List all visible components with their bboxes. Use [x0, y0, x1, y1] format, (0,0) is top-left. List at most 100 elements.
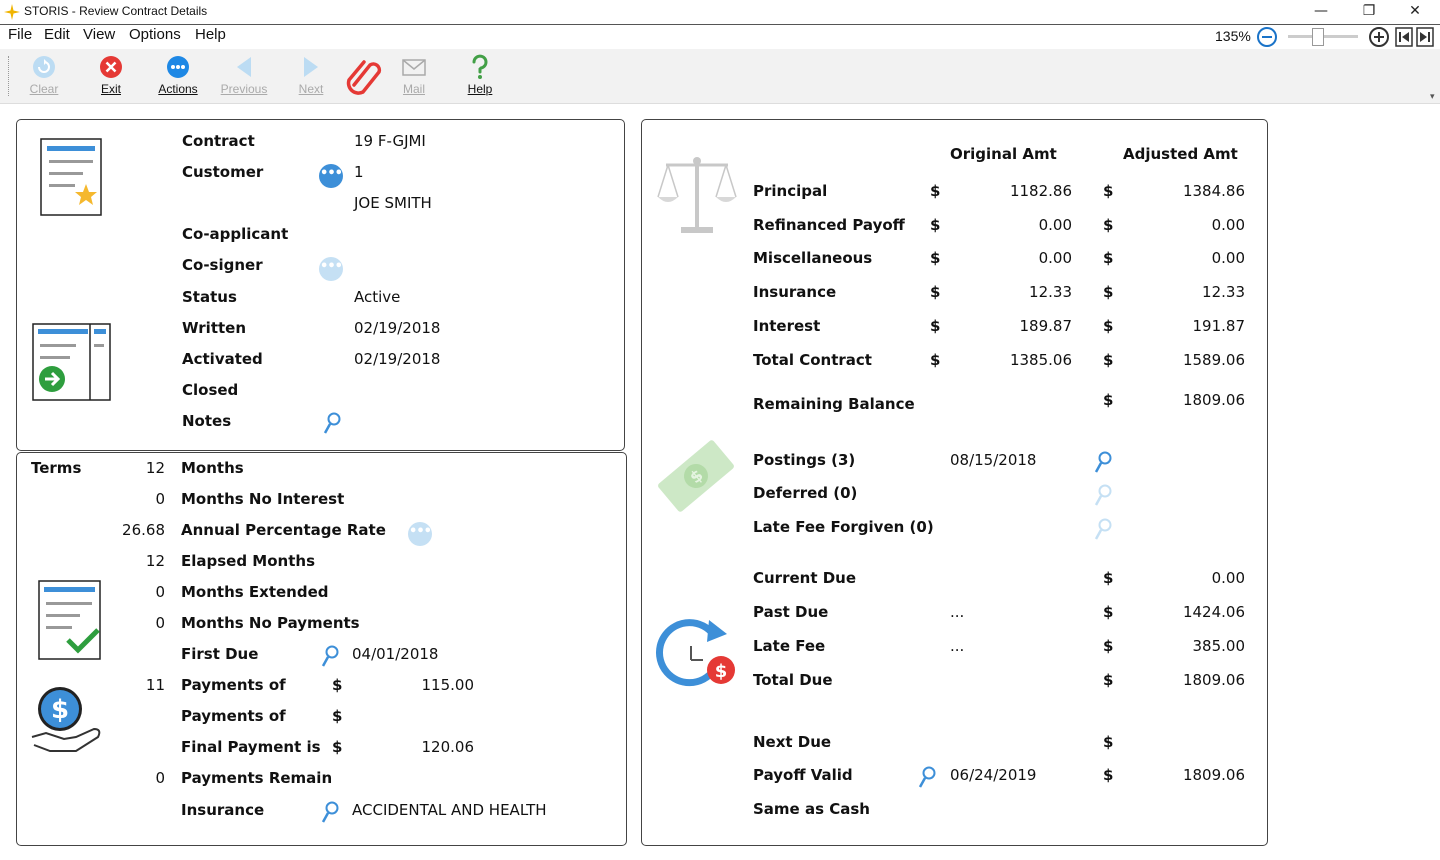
current-due-label: Current Due: [753, 569, 857, 587]
notes-search-icon[interactable]: [322, 411, 342, 435]
attachment-button[interactable]: [336, 53, 392, 101]
cosigner-label: Co-signer: [182, 256, 263, 274]
amount-row-original: 0.00: [1038, 216, 1072, 234]
amount-row-adjusted: 0.00: [1211, 249, 1245, 267]
past-due-details-link[interactable]: ...: [950, 603, 964, 621]
last-page-icon[interactable]: [1416, 26, 1434, 48]
money-bill-icon: $: [658, 440, 734, 512]
adjusted-amt-header: Adjusted Amt: [1123, 145, 1238, 163]
actions-button[interactable]: Actions: [150, 52, 206, 100]
amount-row-adjusted-currency: $: [1103, 283, 1114, 301]
menu-options[interactable]: Options: [129, 26, 181, 43]
amount-row-original: 1385.06: [1009, 351, 1072, 369]
amount-row-adjusted-currency: $: [1103, 182, 1114, 200]
payoff-search-icon[interactable]: [917, 765, 937, 789]
minimize-button[interactable]: —: [1298, 0, 1344, 24]
closed-label: Closed: [182, 381, 239, 399]
postings-date: 08/15/2018: [950, 451, 1037, 469]
window-title: STORIS - Review Contract Details: [24, 4, 208, 18]
deferred-search-icon[interactable]: [1093, 483, 1113, 507]
first-page-icon[interactable]: [1395, 26, 1413, 48]
customer-label: Customer: [182, 163, 264, 181]
payoff-valid-date: 06/24/2019: [950, 766, 1037, 784]
terms-checklist-icon: [38, 580, 101, 660]
title-bar: STORIS - Review Contract Details — ❐ ✕: [0, 0, 1440, 24]
mail-button[interactable]: Mail: [386, 52, 442, 100]
zoom-slider-handle[interactable]: [1312, 28, 1324, 46]
next-due-currency: $: [1103, 733, 1114, 751]
clear-label: Clear: [29, 82, 59, 96]
toolbar-overflow-icon[interactable]: ▾: [1430, 92, 1435, 102]
insurance-type-label: Insurance: [181, 801, 265, 819]
written-label: Written: [182, 319, 247, 337]
zoom-in-icon[interactable]: [1367, 26, 1391, 48]
contract-value: 19 F-GJMI: [354, 132, 426, 150]
help-button[interactable]: Help: [452, 52, 508, 100]
payoff-currency: $: [1103, 766, 1114, 784]
total-due-currency: $: [1103, 671, 1114, 689]
payments-remain-value: 0: [155, 769, 165, 787]
remaining-balance-value: 1809.06: [1182, 391, 1245, 409]
menu-file[interactable]: File: [8, 26, 32, 43]
months-extended-label: Months Extended: [181, 583, 329, 601]
balance-scale-icon: [657, 157, 737, 233]
mail-icon: [402, 59, 426, 76]
amount-row-original-currency: $: [930, 317, 941, 335]
clear-button[interactable]: Clear: [16, 52, 72, 100]
insurance-search-icon[interactable]: [320, 800, 340, 824]
payments-of-label: Payments of: [181, 676, 286, 694]
first-due-search-icon[interactable]: [320, 644, 340, 668]
past-due-label: Past Due: [753, 603, 829, 621]
next-due-label: Next Due: [753, 733, 832, 751]
postings-search-icon[interactable]: [1093, 450, 1113, 474]
svg-text:$: $: [51, 695, 69, 725]
final-payment-currency: $: [332, 738, 343, 756]
activated-value: 02/19/2018: [354, 350, 441, 368]
amount-row-adjusted: 1384.86: [1182, 182, 1245, 200]
late-fee-label: Late Fee: [753, 637, 826, 655]
amount-row-adjusted-currency: $: [1103, 317, 1114, 335]
term-months-value: 12: [145, 459, 165, 477]
late-fee-forgiven-search-icon[interactable]: [1093, 517, 1113, 541]
late-fee-details-link[interactable]: ...: [950, 637, 964, 655]
payments-remain-label: Payments Remain: [181, 769, 333, 787]
elapsed-months-label: Elapsed Months: [181, 552, 315, 570]
menu-view[interactable]: View: [83, 26, 115, 43]
clear-icon: [33, 56, 55, 78]
restore-button[interactable]: ❐: [1346, 0, 1392, 24]
amount-row-original: 12.33: [1029, 283, 1072, 301]
payments-currency: $: [332, 676, 343, 694]
app-logo-icon: [4, 4, 20, 20]
amount-row-label: Principal: [753, 182, 828, 200]
customer-lookup-button[interactable]: •••: [319, 164, 343, 188]
actions-icon: [167, 56, 189, 78]
months-no-interest-label: Months No Interest: [181, 490, 345, 508]
mail-label: Mail: [402, 82, 425, 96]
help-label: Help: [467, 82, 493, 96]
close-window-button[interactable]: ✕: [1392, 0, 1438, 24]
exit-button[interactable]: Exit: [83, 52, 139, 100]
previous-button[interactable]: Previous: [216, 52, 272, 100]
payoff-valid-label: Payoff Valid: [753, 766, 853, 784]
amount-row-label: Total Contract: [753, 351, 872, 369]
zoom-out-icon[interactable]: [1255, 26, 1279, 48]
cosigner-lookup-button[interactable]: •••: [319, 257, 343, 281]
term-months-label: Months: [181, 459, 244, 477]
amount-row-original-currency: $: [930, 216, 941, 234]
late-fee-value: 385.00: [1192, 637, 1246, 655]
amount-row-label: Refinanced Payoff: [753, 216, 905, 234]
next-button[interactable]: Next: [283, 52, 339, 100]
contract-status-icon: [32, 323, 111, 401]
previous-arrow-icon: [237, 57, 251, 77]
amount-row-original-currency: $: [930, 249, 941, 267]
menu-edit[interactable]: Edit: [44, 26, 70, 43]
payment-hand-icon: $: [31, 687, 101, 752]
total-due-value: 1809.06: [1182, 671, 1245, 689]
late-fee-forgiven-label: Late Fee Forgiven (0): [753, 518, 934, 536]
apr-details-button[interactable]: •••: [408, 522, 432, 546]
late-fee-currency: $: [1103, 637, 1114, 655]
payments-of-label-2: Payments of: [181, 707, 286, 725]
elapsed-months-value: 12: [145, 552, 165, 570]
menu-help[interactable]: Help: [195, 26, 226, 43]
amount-row-label: Insurance: [753, 283, 837, 301]
